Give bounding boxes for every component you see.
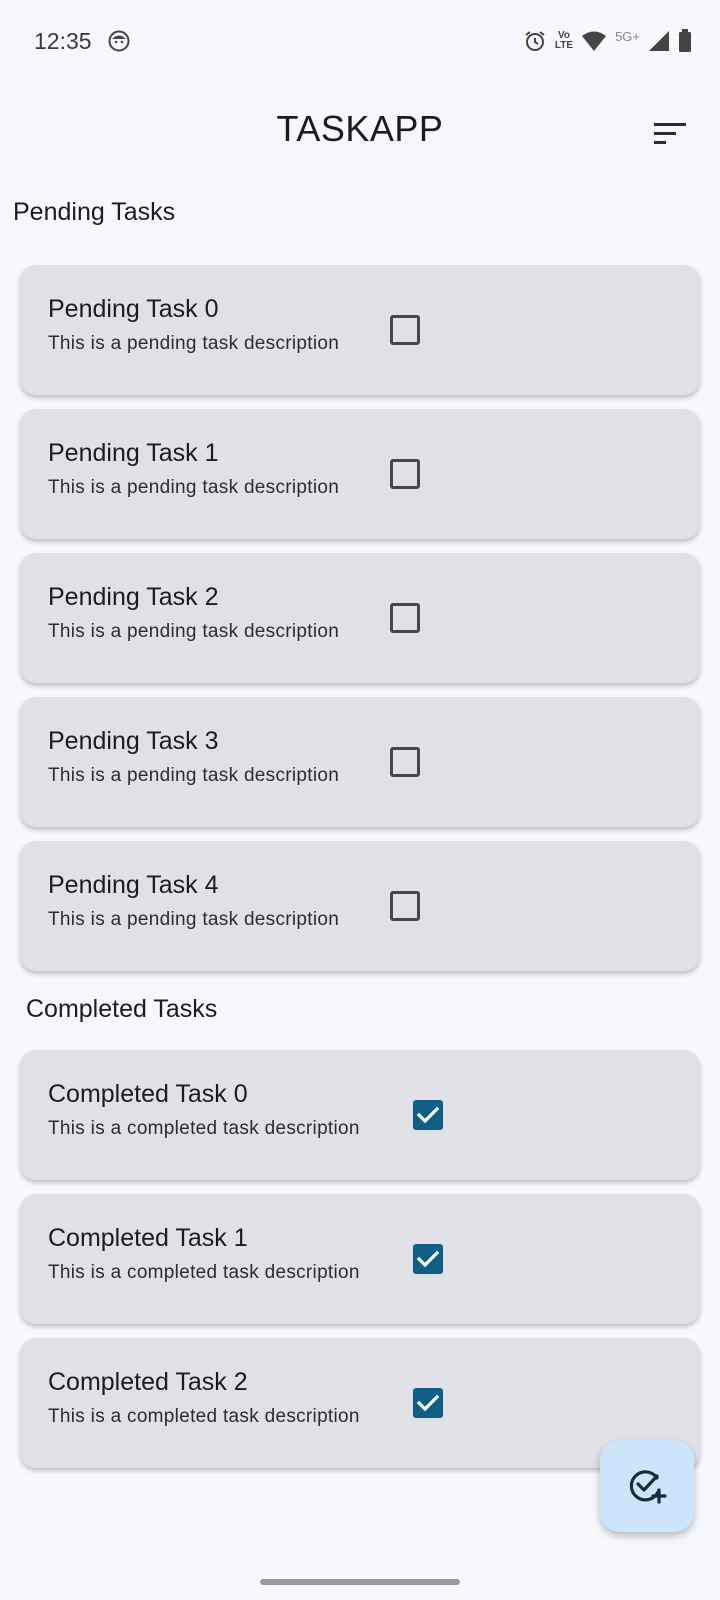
- add-task-icon: [629, 1470, 667, 1504]
- task-description: This is a completed task description: [48, 1118, 360, 1139]
- pending-section-title: Pending Tasks: [13, 198, 176, 226]
- alarm-icon: [523, 29, 547, 53]
- wifi-icon: [581, 30, 607, 52]
- pending-task-card[interactable]: Pending Task 2 This is a pending task de…: [20, 553, 700, 683]
- task-title: Pending Task 0: [48, 295, 219, 323]
- task-checkbox[interactable]: [390, 603, 420, 633]
- completed-task-card[interactable]: Completed Task 2 This is a completed tas…: [20, 1338, 700, 1468]
- status-icons: Vo LTE 5G+: [523, 26, 692, 56]
- task-description: This is a pending task description: [48, 765, 340, 786]
- volte-icon: Vo LTE: [555, 31, 573, 51]
- task-title: Completed Task 1: [48, 1224, 248, 1252]
- pending-task-card[interactable]: Pending Task 0 This is a pending task de…: [20, 265, 700, 395]
- task-description: This is a pending task description: [48, 477, 340, 498]
- task-title: Completed Task 2: [48, 1368, 248, 1396]
- pending-task-card[interactable]: Pending Task 3 This is a pending task de…: [20, 697, 700, 827]
- task-title: Pending Task 3: [48, 727, 219, 755]
- task-checkbox[interactable]: [390, 891, 420, 921]
- checkmark-icon: [417, 1394, 439, 1412]
- task-checkbox[interactable]: [390, 747, 420, 777]
- completed-task-card[interactable]: Completed Task 0 This is a completed tas…: [20, 1050, 700, 1180]
- task-checkbox-checked[interactable]: [413, 1244, 443, 1274]
- signal-icon: [648, 30, 670, 52]
- task-title: Pending Task 2: [48, 583, 219, 611]
- notification-face-icon: [108, 30, 130, 57]
- task-checkbox[interactable]: [390, 459, 420, 489]
- sort-button[interactable]: [650, 114, 690, 154]
- task-title: Pending Task 4: [48, 871, 219, 899]
- app-title: TASKAPP: [276, 108, 444, 149]
- home-indicator[interactable]: [260, 1579, 460, 1585]
- task-checkbox-checked[interactable]: [413, 1100, 443, 1130]
- task-title: Completed Task 0: [48, 1080, 248, 1108]
- completed-section-title: Completed Tasks: [26, 995, 218, 1023]
- add-task-fab[interactable]: [600, 1440, 694, 1532]
- sort-icon: [654, 123, 686, 144]
- task-title: Pending Task 1: [48, 439, 219, 467]
- task-description: This is a pending task description: [48, 621, 340, 642]
- task-description: This is a completed task description: [48, 1262, 360, 1283]
- task-description: This is a pending task description: [48, 333, 340, 354]
- task-description: This is a completed task description: [48, 1406, 360, 1427]
- pending-task-card[interactable]: Pending Task 1 This is a pending task de…: [20, 409, 700, 539]
- checkmark-icon: [417, 1106, 439, 1124]
- pending-task-card[interactable]: Pending Task 4 This is a pending task de…: [20, 841, 700, 971]
- status-bar: 12:35 Vo LTE 5G+: [0, 0, 720, 84]
- network-label: 5G+: [615, 28, 640, 44]
- task-description: This is a pending task description: [48, 909, 340, 930]
- battery-icon: [678, 29, 692, 53]
- volte-bottom-label: LTE: [554, 40, 574, 51]
- task-checkbox-checked[interactable]: [413, 1388, 443, 1418]
- checkmark-icon: [417, 1250, 439, 1268]
- status-time: 12:35: [34, 28, 92, 54]
- completed-task-card[interactable]: Completed Task 1 This is a completed tas…: [20, 1194, 700, 1324]
- task-checkbox[interactable]: [390, 315, 420, 345]
